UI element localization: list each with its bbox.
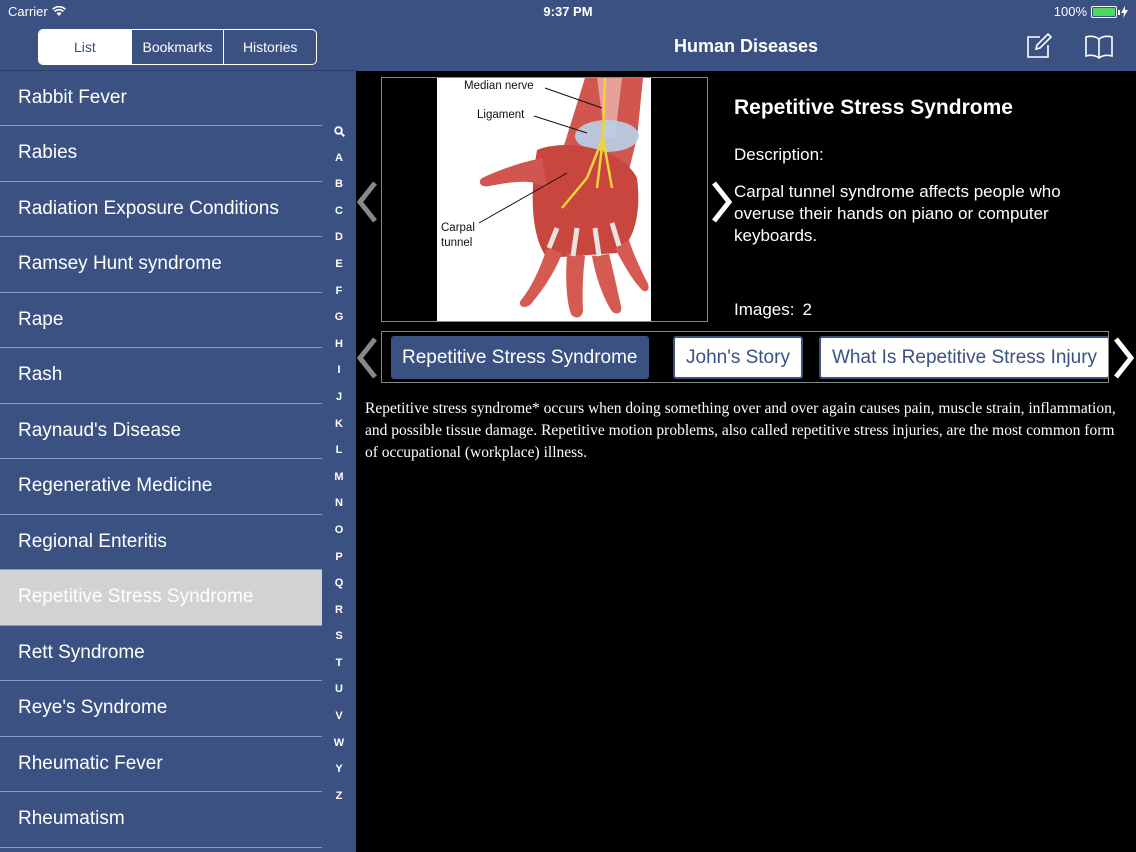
- ligament-label: Ligament: [477, 109, 525, 121]
- description-label: Description:: [734, 145, 824, 164]
- list-item-label: Radiation Exposure Conditions: [18, 197, 279, 219]
- list-item-selected[interactable]: Repetitive Stress Syndrome: [0, 570, 322, 626]
- status-bar: Carrier 9:37 PM 100%: [0, 0, 1136, 24]
- index-letter[interactable]: N: [322, 490, 356, 517]
- battery-percent: 100%: [1053, 4, 1087, 19]
- list-item[interactable]: Regional Enteritis: [0, 514, 322, 570]
- index-letter[interactable]: C: [322, 198, 356, 225]
- index-letter[interactable]: O: [322, 517, 356, 544]
- index-letter[interactable]: B: [322, 171, 356, 198]
- sidebar: List Bookmarks Histories Rabbit Fever Ra…: [0, 0, 356, 852]
- index-letter[interactable]: F: [322, 278, 356, 305]
- view-segmented-control: List Bookmarks Histories: [38, 29, 317, 65]
- index-letter[interactable]: I: [322, 357, 356, 384]
- index-letter[interactable]: U: [322, 676, 356, 703]
- next-tab-arrow-icon[interactable]: [1112, 336, 1134, 380]
- median-nerve-label: Median nerve: [464, 80, 534, 92]
- list-item-label: Rheumatic Fever: [18, 752, 163, 774]
- index-letter[interactable]: R: [322, 597, 356, 624]
- index-letter[interactable]: S: [322, 623, 356, 650]
- list-item[interactable]: Radiation Exposure Conditions: [0, 181, 322, 237]
- charging-bolt-icon: [1121, 5, 1128, 18]
- carpal-label-line2: tunnel: [441, 237, 472, 249]
- disease-list[interactable]: Rabbit Fever Rabies Radiation Exposure C…: [0, 71, 322, 852]
- index-letter[interactable]: L: [322, 437, 356, 464]
- list-item[interactable]: Ramsey Hunt syndrome: [0, 237, 322, 293]
- list-item-label: Rett Syndrome: [18, 641, 145, 663]
- segment-list[interactable]: List: [39, 30, 131, 64]
- list-item-label: Rheumatism: [18, 808, 125, 830]
- tab-johns-story[interactable]: John's Story: [673, 336, 803, 379]
- list-item[interactable]: Rabbit Fever: [0, 71, 322, 126]
- page-title: Human Diseases: [673, 36, 819, 56]
- bookmarks-book-button[interactable]: [1084, 31, 1114, 61]
- battery-icon: [1091, 5, 1120, 18]
- list-item[interactable]: Reye's Syndrome: [0, 681, 322, 737]
- section-index[interactable]: A B C D E F G H I J K L M N O P Q R S T …: [322, 118, 356, 818]
- list-item-label: Raynaud's Disease: [18, 419, 182, 441]
- book-icon: [1085, 35, 1113, 59]
- index-letter[interactable]: A: [322, 145, 356, 172]
- segment-histories[interactable]: Histories: [223, 30, 316, 64]
- list-item-label: Rape: [18, 308, 64, 330]
- list-item-label: Rabbit Fever: [18, 87, 127, 108]
- battery-status: 100%: [1054, 4, 1128, 19]
- list-item-label: Regenerative Medicine: [18, 475, 213, 497]
- index-letter[interactable]: Z: [322, 783, 356, 810]
- list-item[interactable]: Raynaud's Disease: [0, 403, 322, 459]
- list-item[interactable]: Rabies: [0, 126, 322, 182]
- detail-pane: Human Diseases Median nerve Ligament Car…: [356, 0, 1136, 852]
- clock: 9:37 PM: [543, 4, 593, 19]
- previous-tab-arrow-icon[interactable]: [356, 336, 378, 380]
- list-item-label: Rabies: [18, 142, 78, 164]
- list-item[interactable]: Rheumatism: [0, 792, 322, 848]
- list-item[interactable]: Rash: [0, 348, 322, 404]
- list-item[interactable]: Rape: [0, 292, 322, 348]
- compose-icon: [1027, 32, 1053, 58]
- index-search-icon[interactable]: [322, 118, 356, 145]
- index-letter[interactable]: K: [322, 411, 356, 438]
- index-letter[interactable]: V: [322, 703, 356, 730]
- carpal-label-line1: Carpal: [441, 222, 475, 234]
- index-letter[interactable]: J: [322, 384, 356, 411]
- previous-image-arrow-icon[interactable]: [356, 180, 378, 224]
- index-letter[interactable]: G: [322, 304, 356, 331]
- index-letter[interactable]: E: [322, 251, 356, 278]
- list-item[interactable]: Rett Syndrome: [0, 625, 322, 681]
- carpal-tunnel-diagram: Median nerve Ligament Carpal tunnel: [437, 77, 651, 321]
- index-letter[interactable]: T: [322, 650, 356, 677]
- tab-repetitive-stress-syndrome[interactable]: Repetitive Stress Syndrome: [391, 336, 649, 379]
- article-body-text: Repetitive stress syndrome* occurs when …: [365, 400, 1116, 461]
- list-item[interactable]: Regenerative Medicine: [0, 459, 322, 515]
- list-item-label: Rash: [18, 364, 63, 386]
- image-viewer[interactable]: Median nerve Ligament Carpal tunnel: [381, 77, 708, 322]
- list-item[interactable]: Rheumatic Fever: [0, 736, 322, 792]
- index-letter[interactable]: M: [322, 464, 356, 491]
- tab-what-is-repetitive-stress-injury[interactable]: What Is Repetitive Stress Injury: [819, 336, 1108, 379]
- images-count-row: Images: 2: [734, 300, 812, 320]
- disease-title: Repetitive Stress Syndrome: [734, 96, 1013, 119]
- index-letter[interactable]: W: [322, 730, 356, 757]
- index-letter[interactable]: H: [322, 331, 356, 358]
- segment-bookmarks[interactable]: Bookmarks: [130, 30, 224, 64]
- compose-button[interactable]: [1024, 31, 1054, 61]
- images-count: 2: [802, 300, 812, 319]
- next-image-arrow-icon[interactable]: [710, 180, 732, 224]
- images-label: Images:: [734, 300, 795, 319]
- index-letter[interactable]: Q: [322, 570, 356, 597]
- battery-level-fill: [1093, 7, 1115, 16]
- index-letter[interactable]: D: [322, 224, 356, 251]
- list-item-label: Reye's Syndrome: [18, 697, 168, 719]
- list-item-label: Ramsey Hunt syndrome: [18, 253, 222, 275]
- index-letter[interactable]: P: [322, 544, 356, 571]
- section-tabs: Repetitive Stress Syndrome John's Story …: [381, 331, 1109, 383]
- list-item-label: Regional Enteritis: [18, 530, 167, 552]
- list-item-label: Repetitive Stress Syndrome: [18, 586, 254, 608]
- index-letter[interactable]: Y: [322, 756, 356, 783]
- description-text: Carpal tunnel syndrome affects people wh…: [734, 182, 1061, 245]
